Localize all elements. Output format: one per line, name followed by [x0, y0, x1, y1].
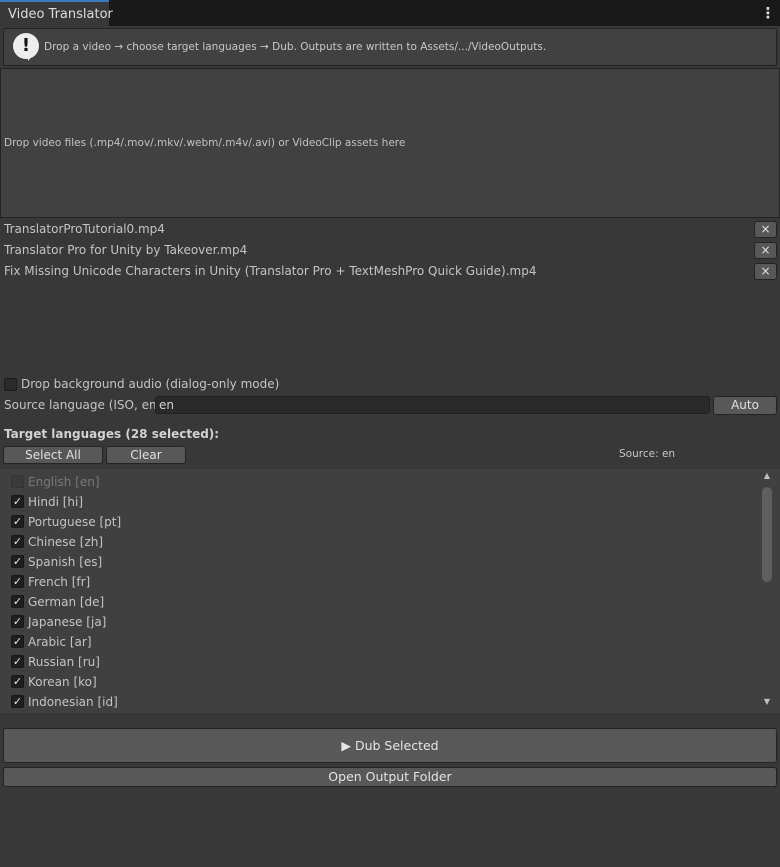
language-item[interactable]: ✓ Portuguese [pt]: [0, 512, 760, 532]
scroll-up-icon[interactable]: ▲: [762, 471, 772, 483]
language-item[interactable]: ✓ Hindi [hi]: [0, 492, 760, 512]
checkmark-icon[interactable]: ✓: [11, 535, 24, 548]
language-label: Spanish [es]: [28, 555, 103, 569]
language-item: English [en]: [0, 472, 760, 492]
file-name: TranslatorProTutorial0.mp4: [4, 222, 165, 236]
open-output-folder-button[interactable]: Open Output Folder: [3, 767, 777, 787]
help-box: ! Drop a video → choose target languages…: [3, 28, 777, 66]
language-list: English [en] ✓ Hindi [hi] ✓ Portuguese [pt] ✓…: [0, 469, 780, 713]
exclamation-icon: !: [13, 33, 39, 61]
target-languages-title: Target languages (28 selected):: [4, 427, 220, 441]
language-item[interactable]: ✓ German [de]: [0, 592, 760, 612]
language-label: Korean [ko]: [28, 675, 97, 689]
language-label: English [en]: [28, 475, 100, 489]
checkmark-icon[interactable]: ✓: [11, 575, 24, 588]
language-label: Chinese [zh]: [28, 535, 104, 549]
language-item[interactable]: ✓ Chinese [zh]: [0, 532, 760, 552]
language-label: Hindi [hi]: [28, 495, 84, 509]
remove-file-button[interactable]: ×: [754, 263, 777, 280]
language-label: Arabic [ar]: [28, 635, 92, 649]
checkmark-icon[interactable]: ✓: [11, 555, 24, 568]
language-label: Japanese [ja]: [28, 615, 107, 629]
scroll-down-icon[interactable]: ▼: [762, 697, 772, 709]
language-label: French [fr]: [28, 575, 91, 589]
source-language-label: Source language (ISO, empty: [4, 398, 156, 412]
window-tab-bar: [0, 0, 780, 26]
checkmark-icon[interactable]: ✓: [11, 495, 24, 508]
drop-background-label: Drop background audio (dialog-only mode): [21, 377, 280, 391]
drop-zone-label: Drop video files (.mp4/.mov/.mkv/.webm/.…: [4, 137, 406, 149]
source-language-input[interactable]: [155, 396, 710, 414]
language-item[interactable]: ✓ Russian [ru]: [0, 652, 760, 672]
checkmark-icon[interactable]: ✓: [11, 695, 24, 708]
clear-button[interactable]: Clear: [106, 446, 186, 464]
language-checkbox: [11, 475, 24, 488]
checkmark-icon[interactable]: ✓: [11, 675, 24, 688]
language-label: German [de]: [28, 595, 105, 609]
remove-file-button[interactable]: ×: [754, 242, 777, 259]
language-label: Indonesian [id]: [28, 695, 118, 709]
help-text: Drop a video → choose target languages →…: [44, 41, 547, 53]
auto-detect-button[interactable]: Auto: [713, 396, 777, 415]
language-item[interactable]: ✓ Indonesian [id]: [0, 692, 760, 712]
kebab-menu-icon[interactable]: ⋮: [760, 4, 776, 22]
checkmark-icon[interactable]: ✓: [11, 515, 24, 528]
dub-selected-button[interactable]: ▶ Dub Selected: [3, 728, 777, 763]
language-item[interactable]: ✓ Spanish [es]: [0, 552, 760, 572]
language-item[interactable]: ✓ Arabic [ar]: [0, 632, 760, 652]
checkmark-icon[interactable]: ✓: [11, 655, 24, 668]
drop-background-checkbox[interactable]: [4, 378, 17, 391]
checkmark-icon[interactable]: ✓: [11, 595, 24, 608]
file-name: Fix Missing Unicode Characters in Unity …: [4, 264, 537, 278]
checkmark-icon[interactable]: ✓: [11, 635, 24, 648]
file-name: Translator Pro for Unity by Takeover.mp4: [4, 243, 248, 257]
checkmark-icon[interactable]: ✓: [11, 615, 24, 628]
window-title: Video Translator: [8, 7, 113, 22]
source-language-tag: Source: en: [619, 448, 676, 460]
language-item[interactable]: ✓ Korean [ko]: [0, 672, 760, 692]
language-label: Portuguese [pt]: [28, 515, 122, 529]
language-label: Russian [ru]: [28, 655, 100, 669]
remove-file-button[interactable]: ×: [754, 221, 777, 238]
select-all-button[interactable]: Select All: [3, 446, 103, 464]
scrollbar-thumb[interactable]: [762, 487, 772, 582]
language-item[interactable]: ✓ Japanese [ja]: [0, 612, 760, 632]
window-tab[interactable]: Video Translator: [0, 0, 113, 26]
language-item[interactable]: ✓ French [fr]: [0, 572, 760, 592]
